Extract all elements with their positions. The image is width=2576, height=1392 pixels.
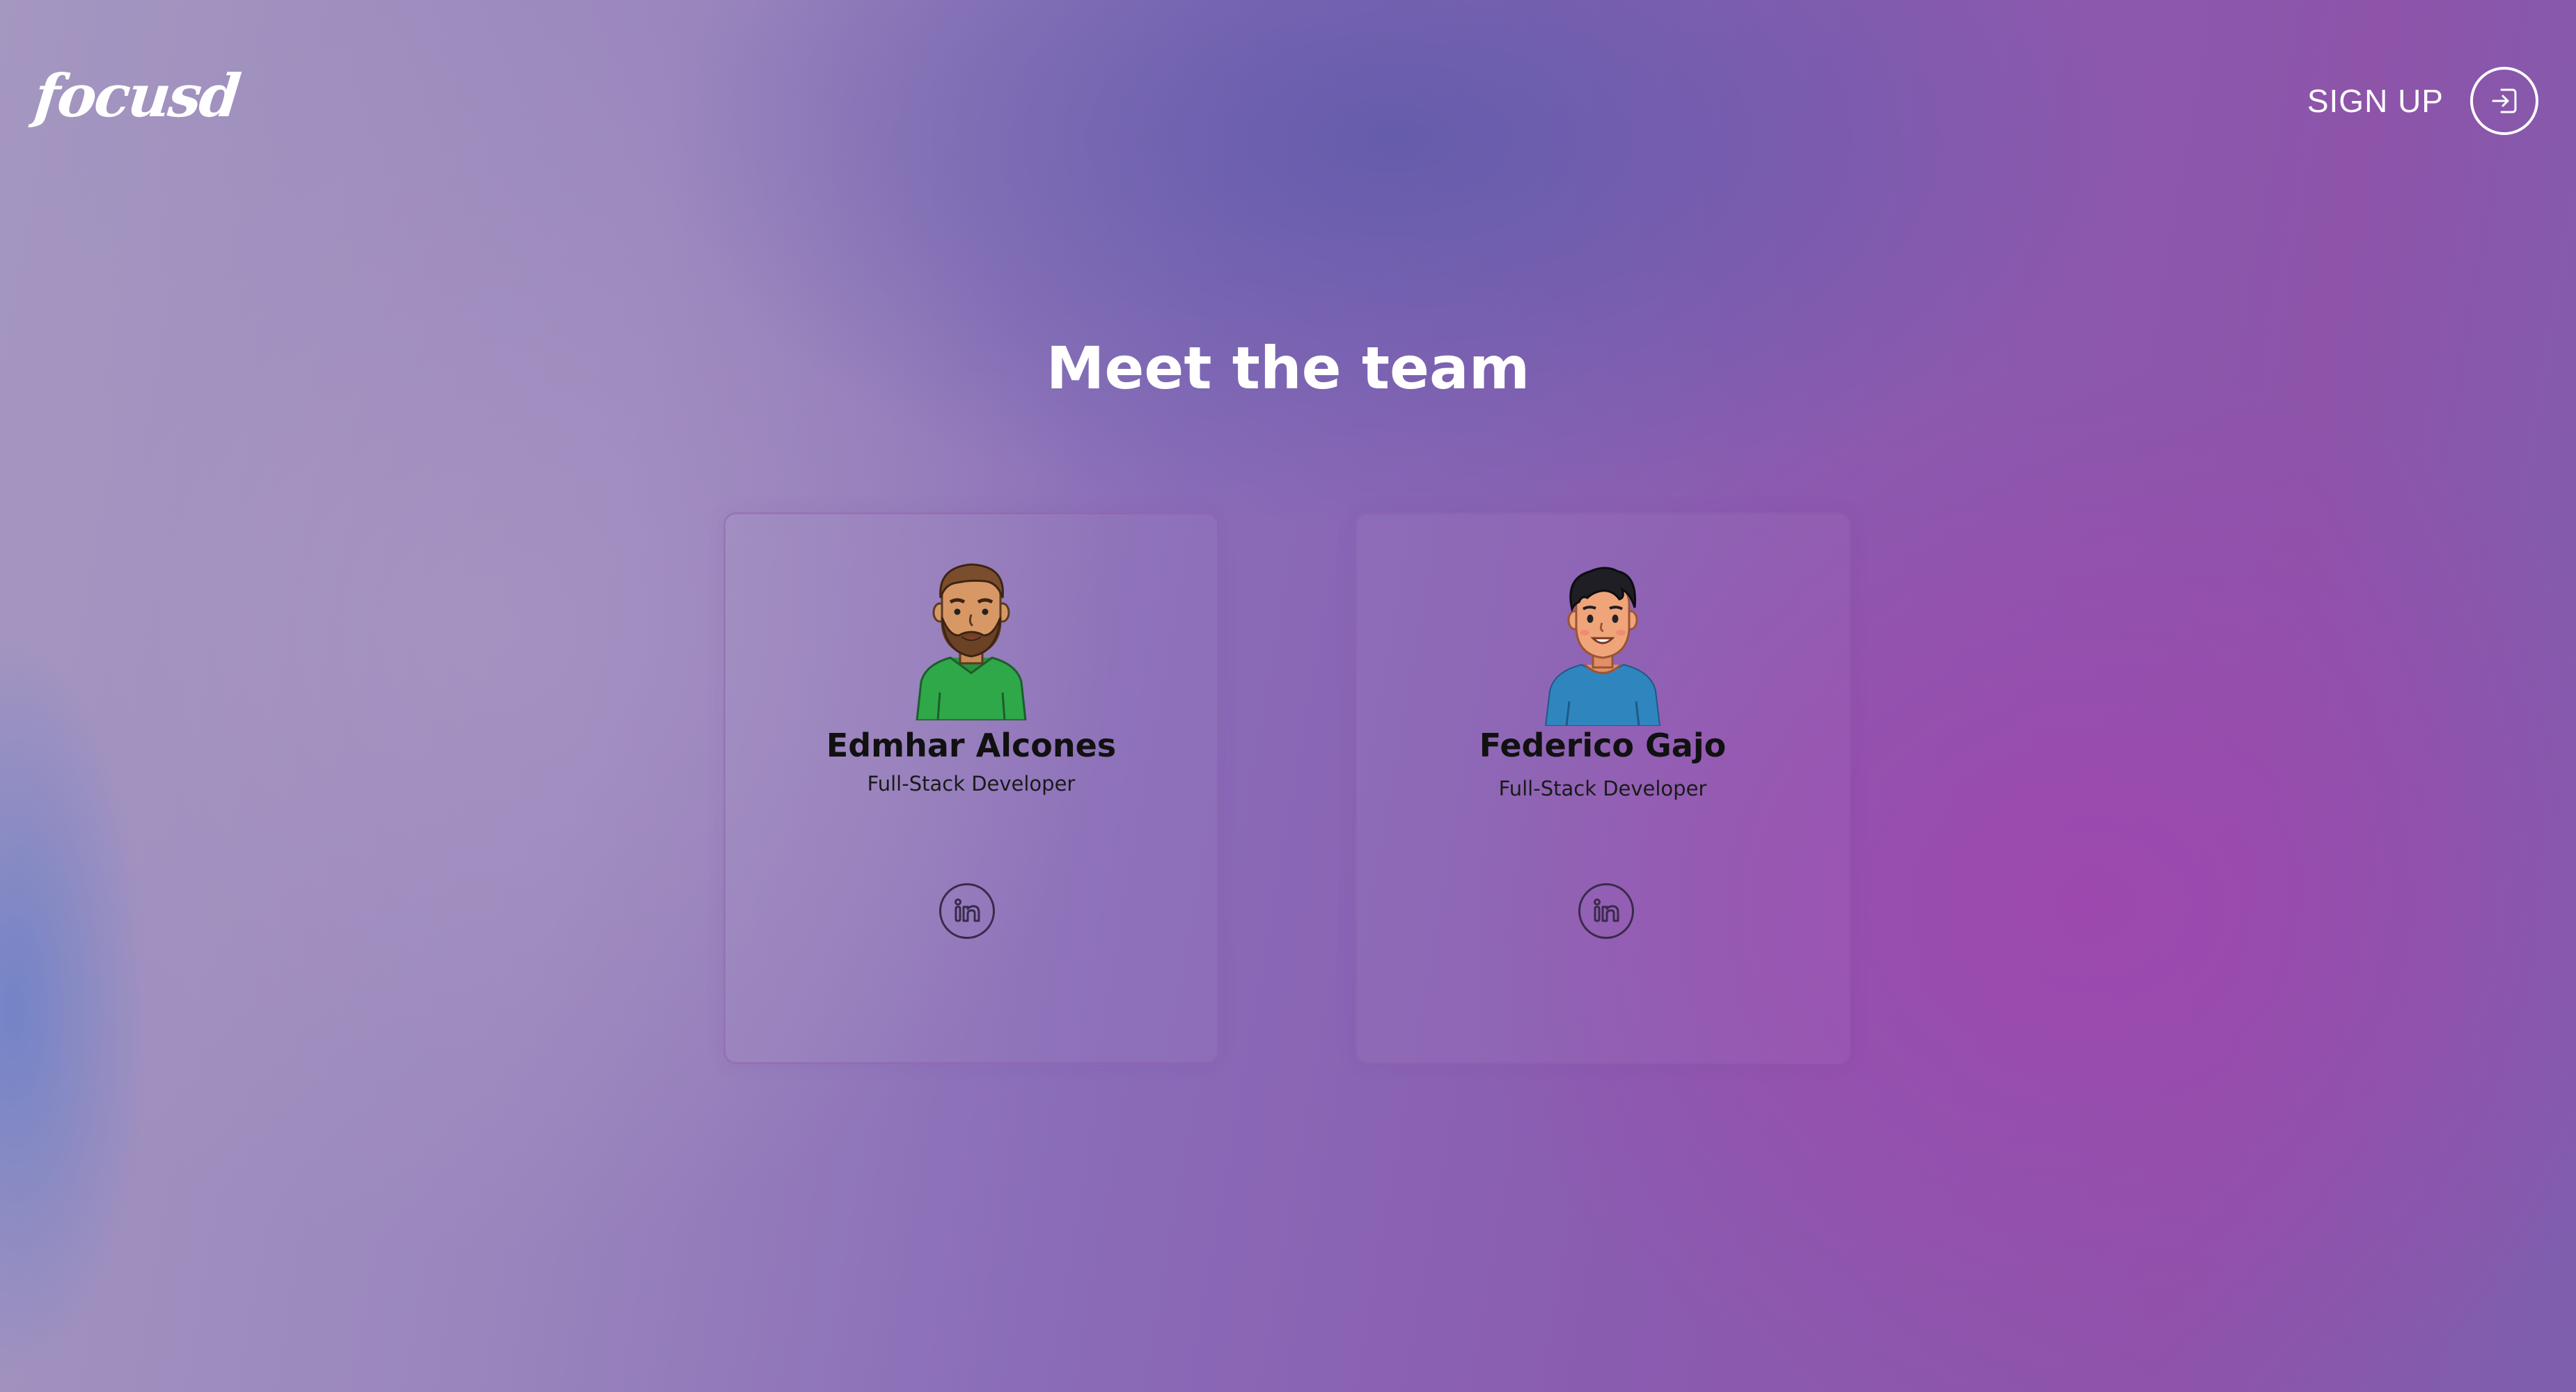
- young-man-avatar: [1544, 567, 1661, 726]
- team-member-card: Edmhar Alcones Full-Stack Developer: [723, 512, 1219, 1064]
- member-role: Full-Stack Developer: [1498, 777, 1707, 800]
- page-title: Meet the team: [1046, 334, 1530, 402]
- sign-in-icon[interactable]: [2470, 67, 2538, 135]
- linkedin-icon[interactable]: [1578, 883, 1634, 939]
- member-name: Federico Gajo: [1479, 727, 1727, 764]
- page-background: focusd SIGN UP Meet the team Edmhar Alco…: [0, 0, 2576, 1392]
- team-member-card: Federico Gajo Full-Stack Developer: [1355, 512, 1851, 1064]
- member-role: Full-Stack Developer: [867, 772, 1076, 796]
- signup-label[interactable]: SIGN UP: [2307, 82, 2444, 120]
- member-name: Edmhar Alcones: [826, 727, 1117, 764]
- linkedin-icon[interactable]: [939, 883, 995, 939]
- brand-logo[interactable]: focusd: [31, 61, 242, 130]
- signup-button[interactable]: SIGN UP: [2307, 67, 2538, 135]
- bearded-man-avatar: [916, 563, 1027, 720]
